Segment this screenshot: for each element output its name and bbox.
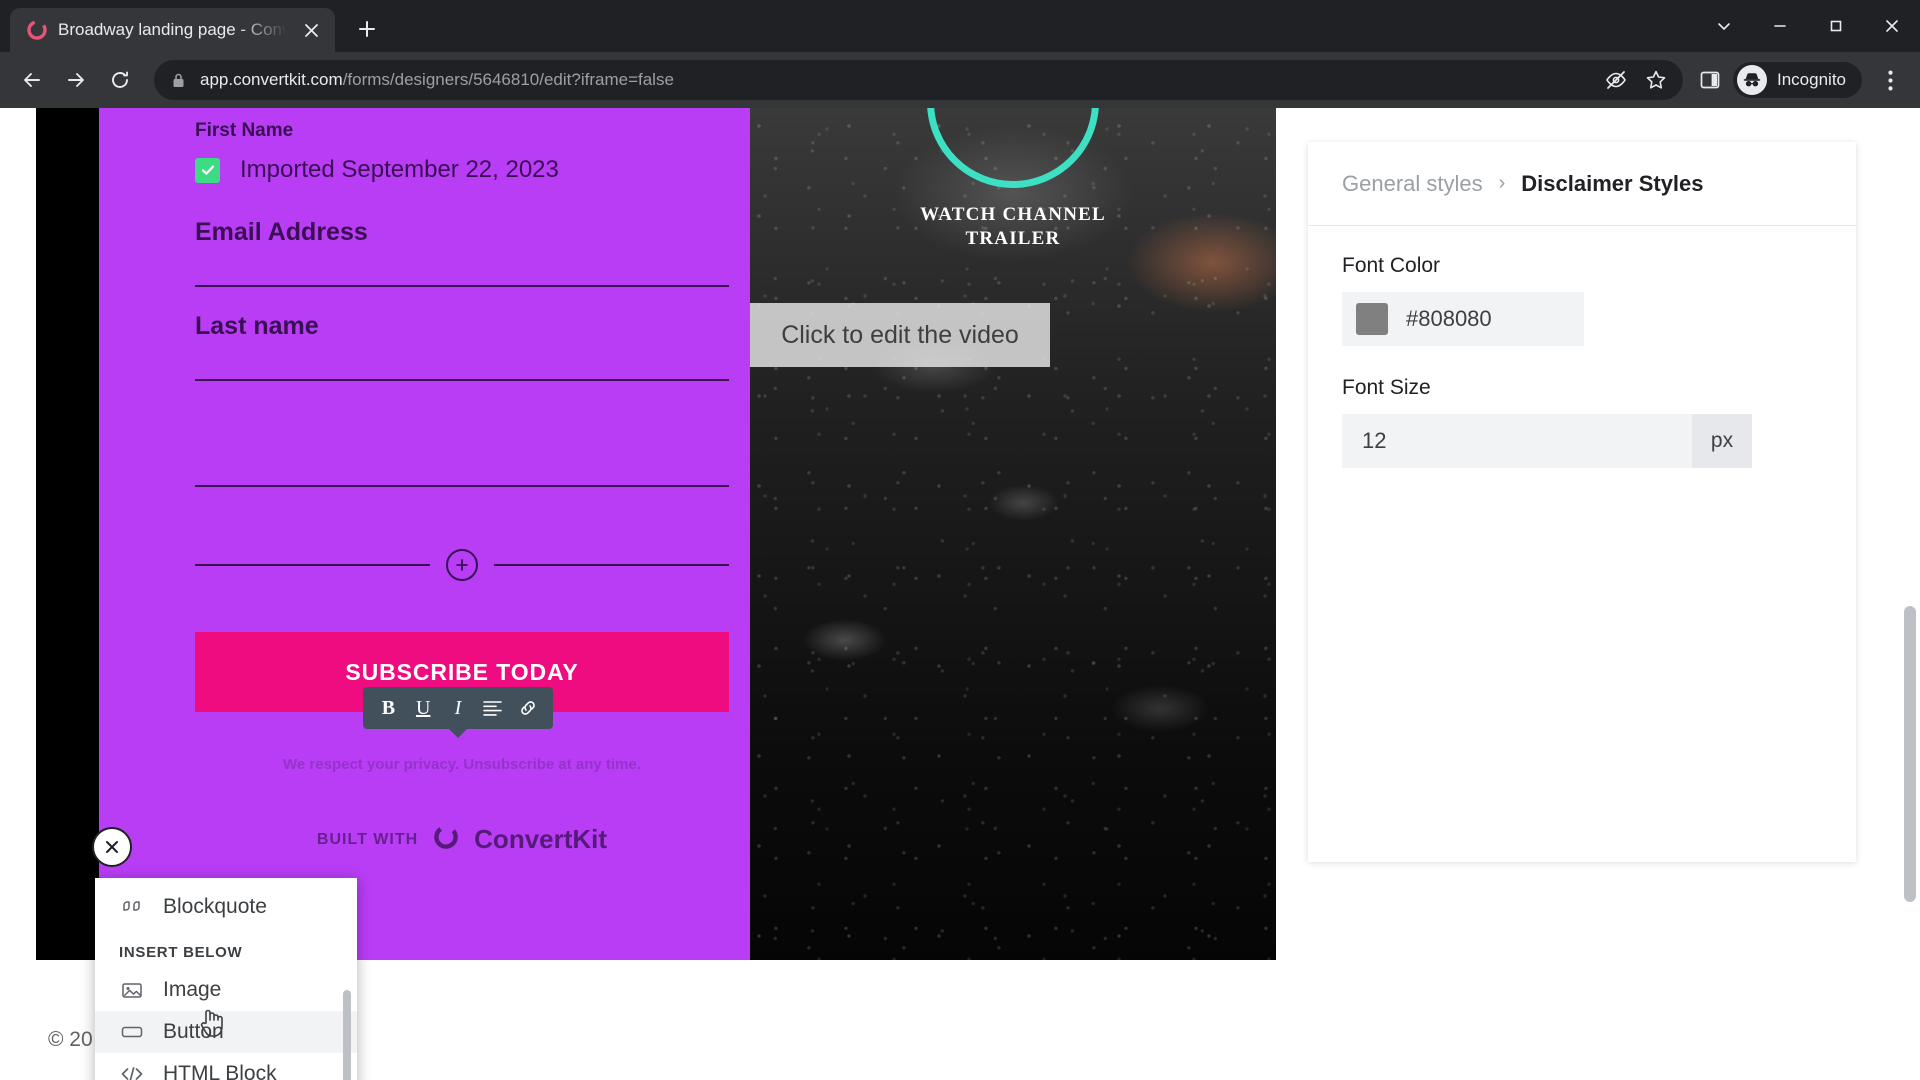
menu-item-image[interactable]: Image [95, 969, 357, 1011]
tab-strip: Broadway landing page - Conver [0, 0, 1920, 52]
font-size-input[interactable]: 12 [1342, 414, 1692, 468]
incognito-label: Incognito [1777, 70, 1846, 89]
divider-line-right [494, 564, 729, 566]
browser-window: Broadway landing page - Conver app.conve… [0, 0, 1920, 1080]
kebab-menu-icon[interactable] [1872, 62, 1908, 98]
built-with-label: BUILT WITH [316, 830, 419, 848]
convertkit-logo-icon [26, 19, 48, 41]
page-viewport: First Name Imported September 22, 2023 E… [0, 108, 1920, 1080]
url-host: app.convertkit.com [200, 70, 343, 89]
menu-item-blockquote-label: Blockquote [163, 895, 267, 918]
video-overlay-title-line2: TRAILER [965, 227, 1061, 249]
empty-field-underline [195, 485, 729, 487]
menu-item-blockquote[interactable]: Blockquote [95, 886, 357, 928]
form-pane: First Name Imported September 22, 2023 E… [99, 108, 750, 966]
browser-toolbar: app.convertkit.com/forms/designers/56468… [0, 52, 1920, 108]
subscribe-button-label: SUBSCRIBE TODAY [345, 658, 579, 685]
browser-tab[interactable]: Broadway landing page - Conver [10, 8, 335, 52]
video-overlay-title-line1: WATCH CHANNEL [920, 204, 1106, 225]
privacy-note: We respect your privacy. Unsubscribe at … [283, 756, 641, 773]
button-icon [119, 1025, 145, 1039]
text-format-toolbar: B U I [363, 687, 553, 729]
menu-item-button[interactable]: Button [95, 1011, 357, 1053]
menu-item-image-label: Image [163, 978, 222, 1001]
last-name-field-underline [195, 379, 729, 381]
breadcrumb-current: Disclaimer Styles [1521, 170, 1704, 196]
insert-block-menu: Blockquote INSERT BELOW Image Button HTM… [95, 878, 357, 1080]
image-icon [119, 981, 145, 1000]
forward-arrow-icon[interactable] [56, 60, 96, 100]
last-name-field-label: Last name [195, 312, 319, 340]
video-overlay-title: WATCH CHANNEL TRAILER [750, 203, 1276, 251]
click-to-edit-video-overlay[interactable]: Click to edit the video [750, 303, 1050, 367]
email-field-underline [195, 285, 729, 287]
font-size-label: Font Size [1342, 376, 1431, 399]
chevron-right-icon: › [1498, 172, 1506, 194]
add-block-divider[interactable] [195, 549, 729, 581]
built-with-branding: BUILT WITH ConvertKit [195, 823, 729, 856]
incognito-indicator[interactable]: Incognito [1733, 62, 1862, 98]
address-bar[interactable]: app.convertkit.com/forms/designers/56468… [154, 60, 1683, 100]
close-circle-icon[interactable] [92, 827, 132, 867]
video-pane[interactable]: WATCH CHANNEL TRAILER Click to edit the … [750, 108, 1276, 966]
window-controls [1696, 0, 1920, 52]
insert-menu-scrollbar[interactable] [343, 990, 351, 1080]
font-size-field[interactable]: 12 px [1342, 414, 1752, 468]
window-close-icon[interactable] [1864, 0, 1920, 52]
bold-button[interactable]: B [374, 694, 402, 722]
minimize-icon[interactable] [1752, 0, 1808, 52]
brand-name: ConvertKit [474, 824, 608, 854]
imported-label: Imported September 22, 2023 [240, 156, 559, 183]
tab-title: Broadway landing page - Conver [58, 20, 287, 39]
page-scrollbar[interactable] [1904, 606, 1916, 902]
quote-icon [119, 898, 145, 916]
convertkit-mark-icon [432, 823, 460, 856]
reload-icon[interactable] [100, 60, 140, 100]
new-tab-button[interactable] [347, 9, 387, 49]
menu-item-html-block[interactable]: HTML Block [95, 1053, 357, 1080]
plus-circle-icon[interactable] [446, 549, 478, 581]
imported-tag-row[interactable]: Imported September 22, 2023 [195, 156, 559, 184]
click-to-edit-video-label: Click to edit the video [781, 320, 1019, 349]
form-editor-canvas: First Name Imported September 22, 2023 E… [36, 108, 1276, 966]
incognito-avatar-icon [1737, 65, 1767, 95]
code-icon [119, 1066, 145, 1080]
url-text: app.convertkit.com/forms/designers/56468… [200, 70, 674, 90]
breadcrumb-parent[interactable]: General styles [1342, 171, 1483, 197]
italic-button[interactable]: I [444, 694, 472, 722]
omnibox-actions [1603, 67, 1669, 93]
font-size-unit: px [1692, 414, 1752, 468]
window-more-icon[interactable] [1696, 0, 1752, 52]
email-field-block[interactable]: Email Address [195, 218, 729, 287]
last-name-field-block[interactable]: Last name [195, 312, 729, 381]
link-button[interactable] [514, 694, 542, 722]
breadcrumb: General styles › Disclaimer Styles [1308, 142, 1856, 226]
canvas-left-gutter [0, 108, 36, 966]
maximize-icon[interactable] [1808, 0, 1864, 52]
email-field-label: Email Address [195, 218, 368, 246]
side-panel-icon[interactable] [1697, 67, 1723, 93]
color-swatch[interactable] [1356, 303, 1388, 335]
style-panel-body: Font Color #808080 Font Size 12 px [1308, 226, 1856, 468]
first-name-label: First Name [195, 120, 294, 141]
third-party-cookie-blocked-icon[interactable] [1603, 67, 1629, 93]
checkbox-checked-icon[interactable] [195, 157, 220, 183]
font-color-label: Font Color [1342, 254, 1441, 277]
back-arrow-icon[interactable] [12, 60, 52, 100]
menu-item-html-block-label: HTML Block [163, 1062, 277, 1080]
lock-icon [168, 70, 188, 90]
underline-button[interactable]: U [409, 694, 437, 722]
url-path: /forms/designers/5646810/edit?iframe=fal… [342, 70, 674, 89]
align-button[interactable] [479, 694, 507, 722]
menu-item-button-label: Button [163, 1020, 224, 1043]
insert-below-section-label: INSERT BELOW [119, 944, 243, 961]
close-icon[interactable] [297, 16, 325, 44]
font-color-field[interactable]: #808080 [1342, 292, 1584, 346]
font-color-value: #808080 [1406, 306, 1492, 331]
divider-line-left [195, 564, 430, 566]
bookmark-star-icon[interactable] [1643, 67, 1669, 93]
style-panel: General styles › Disclaimer Styles Font … [1308, 142, 1856, 862]
